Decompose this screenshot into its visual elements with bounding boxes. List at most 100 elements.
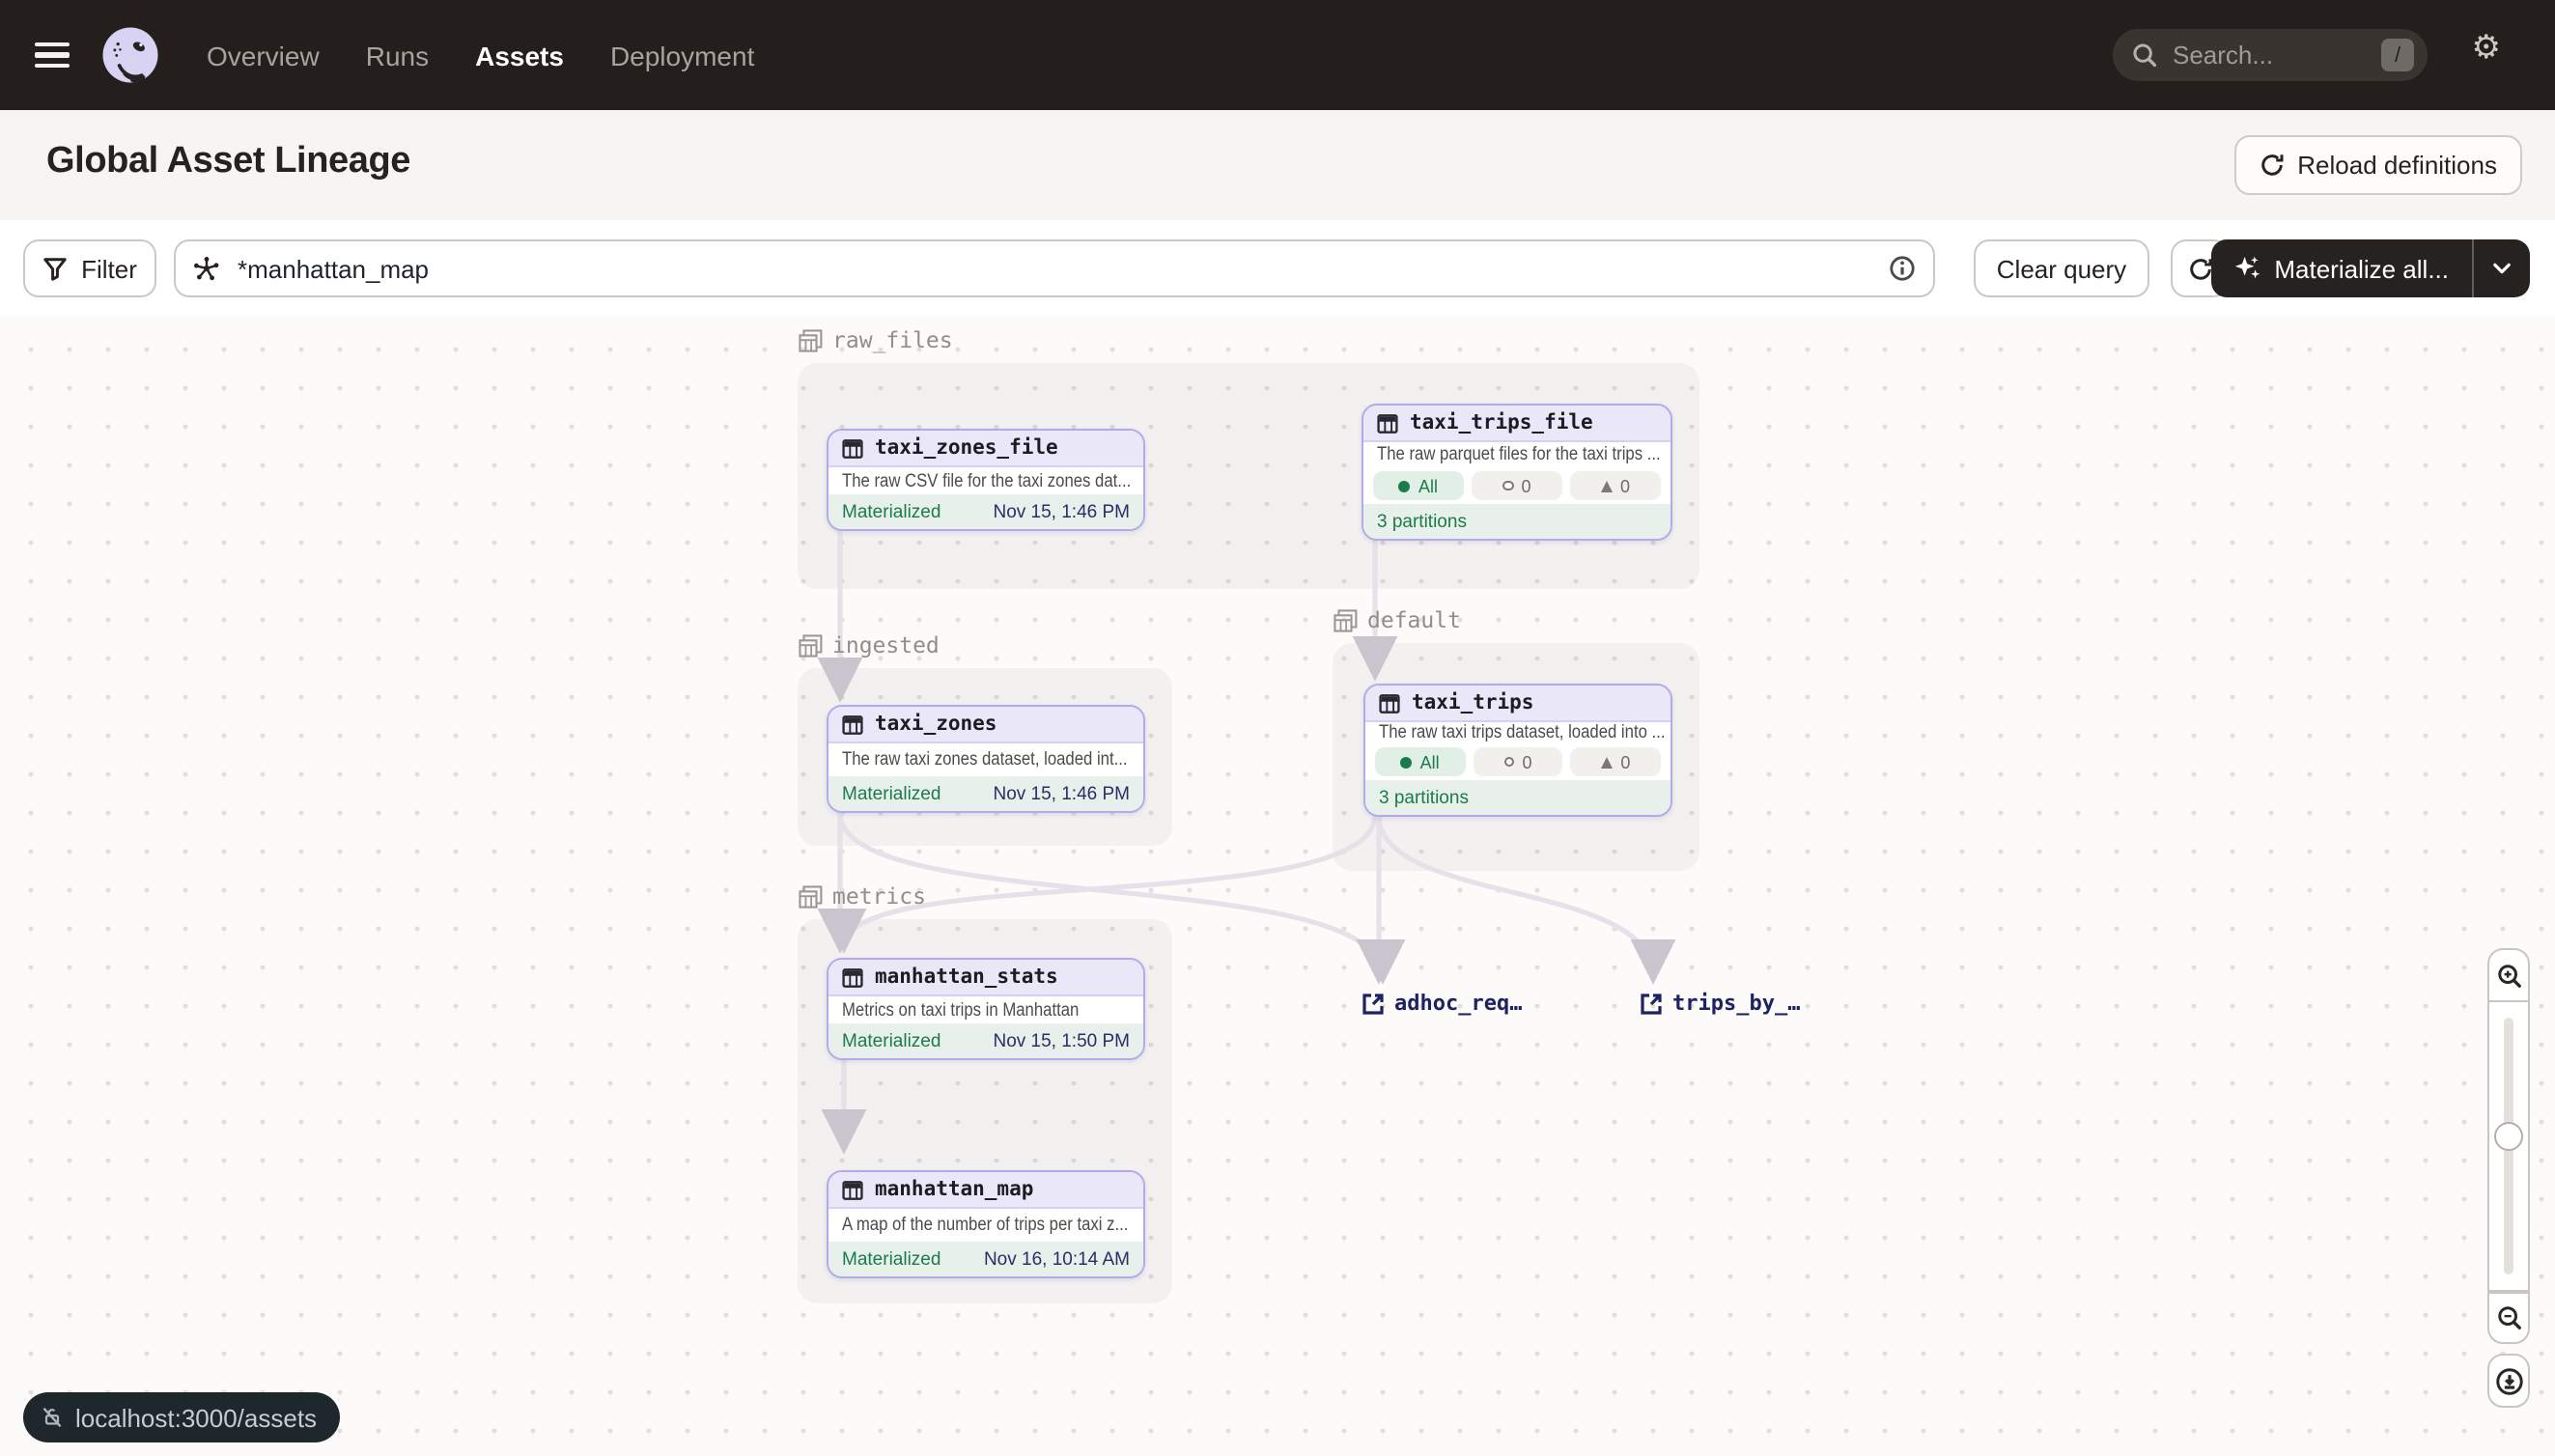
settings-gear-icon[interactable]: ⚙ xyxy=(2472,31,2502,64)
triangle-icon xyxy=(1601,756,1613,768)
circle-icon xyxy=(1504,757,1515,768)
partition-chip-materialized[interactable]: All xyxy=(1375,747,1465,776)
reload-definitions-button[interactable]: Reload definitions xyxy=(2233,135,2522,195)
page-header: Global Asset Lineage Reload definitions xyxy=(0,110,2555,222)
nav-item-deployment[interactable]: Deployment xyxy=(610,40,754,70)
page-title: Global Asset Lineage xyxy=(46,141,410,183)
zoom-out-button[interactable] xyxy=(2487,1292,2530,1344)
partition-chip-missing[interactable]: 0 xyxy=(1473,747,1562,776)
external-link-icon xyxy=(1640,992,1663,1015)
lock-slash-icon xyxy=(41,1406,64,1429)
search-placeholder: Search... xyxy=(2173,41,2381,70)
filter-button[interactable]: Filter xyxy=(23,239,156,297)
partition-chip-failed[interactable]: 0 xyxy=(1570,471,1661,500)
materialized-status: Materialized xyxy=(842,783,941,804)
asset-node-taxi-trips-file[interactable]: taxi_trips_file The raw parquet files fo… xyxy=(1362,404,1672,541)
octopus-logo-icon xyxy=(100,25,160,85)
asset-selection-input-box xyxy=(174,239,1935,297)
global-search[interactable]: Search... / xyxy=(2113,29,2428,81)
asset-description: A map of the number of trips per taxi z.… xyxy=(828,1209,1143,1242)
nav-item-runs[interactable]: Runs xyxy=(366,40,429,70)
table-icon xyxy=(842,966,863,988)
top-navbar: Overview Runs Assets Deployment Search..… xyxy=(0,0,2555,110)
group-label-metrics: metrics xyxy=(798,882,926,910)
materialized-timestamp: Nov 15, 1:46 PM xyxy=(993,501,1130,522)
hamburger-menu-icon[interactable] xyxy=(35,42,70,68)
materialize-all-button[interactable]: Materialize all... xyxy=(2210,239,2530,297)
asset-description: The raw taxi zones dataset, loaded int..… xyxy=(828,743,1143,776)
search-shortcut-badge: / xyxy=(2381,39,2414,71)
circle-icon xyxy=(1502,481,1513,491)
asset-node-taxi-zones-file[interactable]: taxi_zones_file The raw CSV file for the… xyxy=(827,429,1145,531)
asset-name: taxi_trips_file xyxy=(1410,411,1593,434)
asset-node-manhattan-stats[interactable]: manhattan_stats Metrics on taxi trips in… xyxy=(827,958,1145,1060)
asset-name: taxi_zones_file xyxy=(875,436,1058,460)
group-table-icon xyxy=(798,632,823,658)
refresh-icon xyxy=(2259,153,2284,178)
zoom-slider[interactable] xyxy=(2487,1000,2530,1292)
table-icon xyxy=(842,437,863,459)
zoom-in-icon xyxy=(2496,963,2521,988)
nav-item-assets[interactable]: Assets xyxy=(475,40,564,70)
asset-name: manhattan_stats xyxy=(875,966,1058,989)
asset-name: manhattan_map xyxy=(875,1178,1033,1201)
download-image-button[interactable] xyxy=(2487,1354,2530,1408)
clear-query-button[interactable]: Clear query xyxy=(1974,239,2149,297)
group-table-icon xyxy=(798,883,823,909)
materialized-status: Materialized xyxy=(842,1248,941,1270)
lineage-canvas[interactable]: raw_files ingested default me xyxy=(0,315,2555,1456)
materialized-status: Materialized xyxy=(842,501,941,522)
asset-node-taxi-trips[interactable]: taxi_trips The raw taxi trips dataset, l… xyxy=(1363,684,1672,817)
zoom-slider-handle[interactable] xyxy=(2494,1122,2523,1151)
partition-chip-materialized[interactable]: All xyxy=(1373,471,1464,500)
asset-node-taxi-zones[interactable]: taxi_zones The raw taxi zones dataset, l… xyxy=(827,705,1145,813)
materialized-timestamp: Nov 15, 1:50 PM xyxy=(993,1030,1130,1051)
partition-health-row: All 0 0 xyxy=(1363,467,1671,504)
partitions-count: 3 partitions xyxy=(1363,504,1671,539)
triangle-icon xyxy=(1601,480,1613,491)
materialize-dropdown-caret[interactable] xyxy=(2474,263,2530,274)
table-icon xyxy=(842,1179,863,1200)
asset-selection-input[interactable] xyxy=(234,252,1889,285)
group-table-icon xyxy=(798,327,823,352)
materialize-all-label: Materialize all... xyxy=(2274,254,2449,283)
partition-chip-failed[interactable]: 0 xyxy=(1571,747,1661,776)
search-icon xyxy=(2132,42,2157,68)
nav-item-overview[interactable]: Overview xyxy=(207,40,320,70)
asset-graph-icon xyxy=(193,255,220,282)
external-asset-trips-by[interactable]: trips_by_… xyxy=(1640,991,1800,1016)
external-asset-adhoc-request[interactable]: adhoc_req… xyxy=(1362,991,1522,1016)
refresh-icon xyxy=(2187,256,2212,281)
group-label-ingested: ingested xyxy=(798,631,940,658)
partition-chip-missing[interactable]: 0 xyxy=(1472,471,1562,500)
dot-icon xyxy=(1401,756,1413,768)
asset-node-manhattan-map[interactable]: manhattan_map A map of the number of tri… xyxy=(827,1170,1145,1278)
lineage-edges xyxy=(0,315,2555,1456)
asset-name: taxi_trips xyxy=(1412,691,1533,714)
url-text: localhost:3000/assets xyxy=(75,1403,317,1432)
dagster-app: Overview Runs Assets Deployment Search..… xyxy=(0,0,2555,1456)
group-label-raw-files: raw_files xyxy=(798,326,953,353)
sparkle-icon xyxy=(2233,255,2260,282)
filter-label: Filter xyxy=(81,254,137,283)
zoom-in-button[interactable] xyxy=(2487,948,2530,1000)
chevron-down-icon xyxy=(2493,263,2511,274)
zoom-out-icon xyxy=(2496,1305,2521,1330)
lineage-toolbar: Filter Clear query xyxy=(0,220,2555,317)
dagster-logo[interactable] xyxy=(100,25,160,85)
dot-icon xyxy=(1399,480,1411,491)
info-icon[interactable] xyxy=(1889,255,1916,282)
reload-definitions-label: Reload definitions xyxy=(2297,151,2497,180)
group-label-default: default xyxy=(1333,606,1461,633)
asset-description: The raw CSV file for the taxi zones dat.… xyxy=(828,467,1143,494)
clear-query-label: Clear query xyxy=(1997,254,2126,283)
group-table-icon xyxy=(1333,607,1358,632)
table-icon xyxy=(1377,412,1398,434)
partition-health-row: All 0 0 xyxy=(1365,743,1671,780)
download-icon xyxy=(2494,1366,2523,1395)
table-icon xyxy=(842,714,863,735)
partitions-count: 3 partitions xyxy=(1365,780,1671,815)
asset-description: The raw parquet files for the taxi trips… xyxy=(1363,442,1671,467)
asset-name: taxi_zones xyxy=(875,713,997,736)
nav-links: Overview Runs Assets Deployment xyxy=(207,40,754,70)
